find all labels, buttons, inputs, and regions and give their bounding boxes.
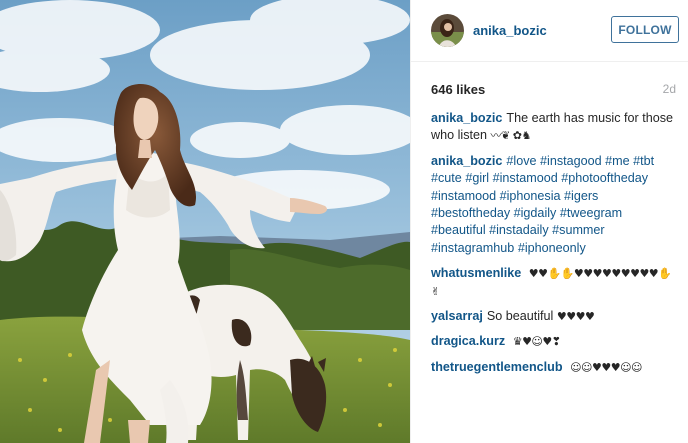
post-author-username[interactable]: anika_bozic [473,23,547,38]
comment-username[interactable]: anika_bozic [431,111,502,125]
comment: anika_bozic The earth has music for those… [431,110,680,145]
comment-text: So beautiful [486,309,554,324]
comment-username[interactable]: whatusmenlike [431,266,521,280]
comment: anika_bozic #love #instagood #me #tbt #cu… [431,153,680,257]
comment-username[interactable]: dragica.kurz [431,334,505,348]
hashtag-link[interactable]: #igdaily [514,206,557,220]
hashtag-link[interactable]: #me [605,154,630,168]
post-photo[interactable] [0,0,410,443]
profile-photo-icon [431,14,464,47]
hashtag-link[interactable]: #instagramhub [431,241,514,255]
hashtag-link[interactable]: #bestoftheday [431,206,510,220]
photo-image [0,0,410,443]
comment-emoji: 〰❦ ✿♞ [490,129,532,143]
hashtag-link[interactable]: #photooftheday [561,171,648,185]
hashtag-link[interactable]: #instadaily [489,223,549,237]
hashtag-link[interactable]: #summer [552,223,604,237]
avatar[interactable] [431,14,464,47]
post-age[interactable]: 2d [663,82,676,96]
comment-emoji: ☺☺♥♥♥☺☺ [570,360,643,374]
comment-emoji: ♥♥♥♥ [556,310,595,324]
hashtag-link[interactable]: #igers [564,189,598,203]
hashtag-link[interactable]: #iphoneonly [518,241,586,255]
instagram-post: anika_bozic FOLLOW 646 likes 2d anika_bo… [0,0,688,443]
post-meta: 646 likes 2d [431,80,676,98]
comment-emoji: ♛♥☺♥❣ [512,335,561,349]
comment-username[interactable]: anika_bozic [431,154,502,168]
hashtag-link[interactable]: #tbt [633,154,654,168]
hashtag-link[interactable]: #beautiful [431,223,486,237]
hashtag-link[interactable]: #instagood [540,154,602,168]
hashtag-link[interactable]: #iphonesia [500,189,561,203]
comment: thetruegentlemenclub ☺☺♥♥♥☺☺ [431,359,680,376]
comment: whatusmenlike ♥♥✋✋♥♥♥♥♥♥♥♥♥✋ ✌ [431,265,680,300]
follow-button[interactable]: FOLLOW [611,16,679,43]
comment-username[interactable]: yalsarraj [431,309,483,323]
comment-username[interactable]: thetruegentlemenclub [431,360,563,374]
comment: dragica.kurz ♛♥☺♥❣ [431,333,680,350]
hashtag-link[interactable]: #instamood [431,189,496,203]
comment-list: anika_bozic The earth has music for those… [431,110,680,384]
hashtag-list: #love #instagood #me #tbt #cute #girl #i… [431,154,654,255]
hashtag-link[interactable]: #love [506,154,536,168]
hashtag-link[interactable]: #girl [465,171,489,185]
comment: yalsarraj So beautiful ♥♥♥♥ [431,308,680,325]
hashtag-link[interactable]: #instamood [493,171,558,185]
hashtag-link[interactable]: #tweegram [560,206,622,220]
post-sidebar: anika_bozic FOLLOW 646 likes 2d anika_bo… [410,0,688,443]
hashtag-link[interactable]: #cute [431,171,462,185]
post-header: anika_bozic FOLLOW [411,0,688,62]
likes-count[interactable]: 646 likes [431,82,485,97]
